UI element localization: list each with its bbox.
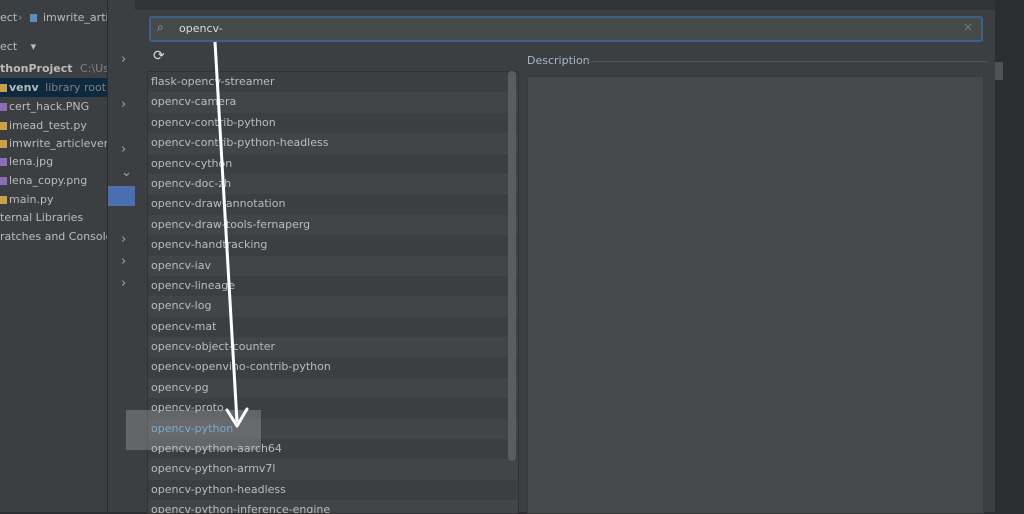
breadcrumb-file[interactable]: imwrite_artic	[43, 11, 107, 24]
root-path: C:\Users	[80, 62, 107, 75]
package-list-item[interactable]: opencv-lineage	[148, 275, 518, 297]
tree-item-label: main.py	[9, 193, 54, 206]
tree-item-label: ternal Libraries	[0, 211, 84, 224]
python-file-icon	[0, 140, 7, 148]
package-list-item[interactable]: opencv-contrib-python	[148, 112, 518, 134]
tree-item-label: lena.jpg	[9, 155, 54, 168]
search-icon[interactable]: ⌕	[157, 20, 164, 35]
folder-icon	[0, 84, 7, 92]
tree-item-file[interactable]: imwrite_articleversio	[0, 134, 107, 153]
root-name: thonProject	[0, 62, 73, 75]
package-list-item[interactable]: opencv-draw-tools-fernaperg	[148, 214, 518, 236]
python-file-icon	[0, 122, 7, 130]
tree-item-file[interactable]: imead_test.py	[0, 116, 107, 135]
package-list-toolbar: ⟳	[147, 46, 517, 70]
tree-item-label: imwrite_articleversio	[9, 137, 107, 150]
tree-item-label: cert_hack.PNG	[9, 100, 90, 113]
tree-item-label: ratches and Consoles	[0, 230, 107, 243]
chevron-right-icon[interactable]: ›	[121, 254, 126, 269]
package-list-item[interactable]: opencv-python-headless	[148, 479, 518, 501]
clear-icon[interactable]: ×	[963, 20, 973, 34]
chevron-right-icon[interactable]: ›	[121, 142, 126, 157]
chevron-down-icon[interactable]: ⌄	[121, 165, 132, 180]
package-list-item[interactable]: opencv-cython	[148, 153, 518, 174]
navigation-bar: ect › imwrite_artic	[0, 8, 107, 30]
side-tab[interactable]	[995, 62, 1003, 80]
highlight-box	[126, 410, 261, 450]
package-list-item[interactable]: opencv-contrib-python-headless	[148, 133, 518, 154]
tree-item-external-libraries[interactable]: ternal Libraries	[0, 208, 107, 227]
package-search-field[interactable]: ⌕ ×	[149, 16, 983, 42]
project-view-label: ect	[0, 40, 18, 53]
package-list-scrollbar[interactable]	[508, 71, 516, 461]
tree-item-venv[interactable]: venv library root	[0, 78, 107, 97]
image-file-icon	[0, 177, 7, 185]
tree-item-label: imead_test.py	[9, 119, 87, 132]
refresh-icon[interactable]: ⟳	[153, 48, 165, 64]
selected-settings-item[interactable]	[108, 186, 136, 206]
tree-item-file[interactable]: lena_copy.png	[0, 171, 107, 190]
tree-item-scratches[interactable]: ratches and Consoles	[0, 227, 107, 246]
dialog-title-bar	[135, 0, 995, 10]
search-input[interactable]	[179, 20, 939, 36]
tree-root[interactable]: thonProject C:\Users	[0, 59, 107, 78]
image-file-icon	[0, 103, 7, 111]
description-panel	[527, 76, 984, 514]
tree-item-label: venv	[9, 81, 39, 94]
description-label: Description	[527, 54, 590, 67]
tree-item-file[interactable]: cert_hack.PNG	[0, 97, 107, 116]
tree-item-label: lena_copy.png	[9, 174, 88, 187]
breadcrumb-separator-icon: ›	[18, 11, 23, 24]
package-list-item[interactable]: opencv-object-counter	[148, 337, 518, 358]
chevron-right-icon[interactable]: ›	[121, 52, 126, 67]
package-list-item[interactable]: flask-opencv-streamer	[148, 72, 518, 93]
tree-item-file[interactable]: main.py	[0, 190, 107, 209]
chevron-down-icon: ▾	[30, 40, 37, 53]
package-list-item[interactable]: opencv-iav	[148, 255, 518, 276]
package-list-item[interactable]: opencv-pg	[148, 377, 518, 399]
package-list-item[interactable]: opencv-python-armv7l	[148, 459, 518, 480]
python-file-icon	[0, 196, 7, 204]
package-list-item[interactable]: opencv-log	[148, 296, 518, 317]
right-edge	[995, 0, 1024, 512]
package-list-item[interactable]: opencv-openvino-contrib-python	[148, 357, 518, 378]
package-list-item[interactable]: opencv-draw-annotation	[148, 194, 518, 215]
chevron-right-icon[interactable]: ›	[121, 276, 126, 291]
description-divider	[587, 61, 987, 62]
chevron-right-icon[interactable]: ›	[121, 97, 126, 112]
breadcrumb-project[interactable]: ect	[0, 11, 17, 24]
package-list-item[interactable]: opencv-handtracking	[148, 235, 518, 256]
project-view-selector[interactable]: ect ▾	[0, 37, 107, 56]
project-tool-window: ect › imwrite_artic ect ▾ thonProject C:…	[0, 0, 107, 512]
python-file-icon	[30, 11, 39, 24]
chevron-right-icon[interactable]: ›	[121, 232, 126, 247]
tree-item-file[interactable]: lena.jpg	[0, 152, 107, 171]
available-packages-dialog: ⌕ × ⟳ flask-opencv-streameropencv-camera…	[135, 0, 995, 514]
package-list-item[interactable]: opencv-doc-zh	[148, 173, 518, 195]
tree-item-suffix: library root	[45, 81, 107, 94]
package-list-item[interactable]: opencv-mat	[148, 316, 518, 338]
package-list-item[interactable]: opencv-camera	[148, 92, 518, 113]
image-file-icon	[0, 158, 7, 166]
